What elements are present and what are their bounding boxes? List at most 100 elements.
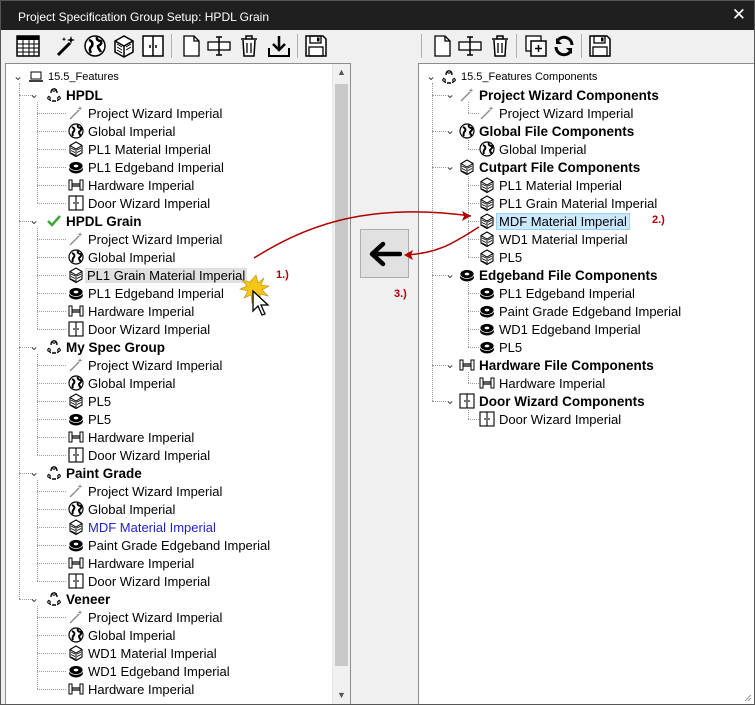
tree-item-node[interactable]: Hardware Imperial xyxy=(68,428,194,446)
tree-item-node[interactable]: Hardware Imperial xyxy=(68,680,194,698)
spec-group-tree-panel[interactable]: ⌄ 15.5_Features ⌄ HPDL Project Wizard Imperi… xyxy=(5,63,351,704)
new-document-icon[interactable] xyxy=(178,33,204,59)
assign-component-button[interactable] xyxy=(360,229,409,278)
tree-group-node[interactable]: Hardware File Components xyxy=(459,356,654,374)
grid-icon[interactable] xyxy=(15,33,41,59)
tree-item-node[interactable]: Project Wizard Imperial xyxy=(68,356,222,374)
tree-item-node[interactable]: PL1 Grain Material Imperial xyxy=(68,266,248,284)
tree-item-node[interactable]: Door Wizard Imperial xyxy=(68,572,210,590)
scroll-down-icon[interactable]: ▼ xyxy=(333,687,350,704)
tree-group-node[interactable]: My Spec Group xyxy=(46,338,165,356)
copy-icon[interactable] xyxy=(523,33,549,59)
tree-item-node[interactable]: PL1 Edgeband Imperial xyxy=(479,284,635,302)
tree-item-node[interactable]: Global Imperial xyxy=(68,626,175,644)
tree-item-node[interactable]: Global Imperial xyxy=(68,248,175,266)
tree-item-node[interactable]: Door Wizard Imperial xyxy=(68,446,210,464)
tree-item-node[interactable]: Global Imperial xyxy=(68,374,175,392)
expander-chevron-icon[interactable]: ⌄ xyxy=(29,340,39,352)
expander-chevron-icon[interactable]: ⌄ xyxy=(445,358,455,370)
expander-chevron-icon[interactable]: ⌄ xyxy=(29,88,39,100)
tree-item-node[interactable]: PL5 xyxy=(68,392,111,410)
material-icon xyxy=(479,177,495,193)
scroll-up-icon[interactable]: ▲ xyxy=(333,64,350,81)
expander-chevron-icon[interactable]: ⌄ xyxy=(29,466,39,478)
tree-group-node[interactable]: Door Wizard Components xyxy=(459,392,645,410)
rename-icon[interactable] xyxy=(206,33,232,59)
tree-item-node[interactable]: Door Wizard Imperial xyxy=(479,410,621,428)
tree-item-node[interactable]: WD1 Edgeband Imperial xyxy=(479,320,641,338)
tree-item-node[interactable]: Door Wizard Imperial xyxy=(68,194,210,212)
tree-item-node[interactable]: Hardware Imperial xyxy=(68,302,194,320)
expander-chevron-icon[interactable]: ⌄ xyxy=(445,124,455,136)
tree-group-node[interactable]: Project Wizard Components xyxy=(459,86,659,104)
check-icon xyxy=(46,213,62,229)
globe-icon[interactable] xyxy=(82,33,108,59)
expander-chevron-icon[interactable]: ⌄ xyxy=(29,214,39,226)
tree-item-node[interactable]: Hardware Imperial xyxy=(68,176,194,194)
delete-icon[interactable] xyxy=(487,33,513,59)
tree-root-node[interactable]: 15.5_Features Components xyxy=(441,68,597,86)
save-icon[interactable] xyxy=(587,33,613,59)
import-icon[interactable] xyxy=(266,33,292,59)
tree-item-node[interactable]: Global Imperial xyxy=(479,140,586,158)
tree-root-node[interactable]: 15.5_Features xyxy=(28,68,119,86)
tree-group-node[interactable]: Cutpart File Components xyxy=(459,158,640,176)
expander-chevron-icon[interactable]: ⌄ xyxy=(29,592,39,604)
tree-item-node[interactable]: Project Wizard Imperial xyxy=(68,104,222,122)
tree-item-node[interactable]: Global Imperial xyxy=(68,500,175,518)
tree-item-node[interactable]: Project Wizard Imperial xyxy=(68,230,222,248)
tree-item-node[interactable]: Global Imperial xyxy=(68,122,175,140)
tree-connector-line xyxy=(37,239,66,240)
tree-group-node[interactable]: Veneer xyxy=(46,590,110,608)
tree-item-node[interactable]: Door Wizard Imperial xyxy=(68,320,210,338)
tree-item-node[interactable]: Hardware Imperial xyxy=(479,374,605,392)
close-icon[interactable]: ✕ xyxy=(732,5,746,25)
refresh-icon[interactable] xyxy=(551,33,577,59)
tree-item-node[interactable]: PL5 xyxy=(479,338,522,356)
new-document-icon[interactable] xyxy=(429,33,455,59)
tree-group-node[interactable]: Global File Components xyxy=(459,122,634,140)
scrollbar-thumb[interactable] xyxy=(335,84,348,666)
tree-item-node[interactable]: Paint Grade Edgeband Imperial xyxy=(68,536,270,554)
tree-item-node[interactable]: WD1 Edgeband Imperial xyxy=(68,662,230,680)
tree-item-node[interactable]: PL1 Edgeband Imperial xyxy=(68,284,224,302)
tree-item-node[interactable]: WD1 Material Imperial xyxy=(479,230,628,248)
tree-node-label: Hardware Imperial xyxy=(88,429,195,445)
tree-item-node[interactable]: PL5 xyxy=(68,410,111,428)
tree-item-node[interactable]: PL1 Edgeband Imperial xyxy=(68,158,224,176)
expander-chevron-icon[interactable]: ⌄ xyxy=(445,88,455,100)
tree-group-node[interactable]: HPDL Grain xyxy=(46,212,142,230)
tree-item-node[interactable]: Paint Grade Edgeband Imperial xyxy=(479,302,681,320)
magic-wand-icon[interactable] xyxy=(53,33,79,59)
tree-group-node[interactable]: HPDL xyxy=(46,86,103,104)
save-icon[interactable] xyxy=(303,33,329,59)
tree-item-node[interactable]: Project Wizard Imperial xyxy=(68,482,222,500)
resize-grip-icon[interactable] xyxy=(742,692,752,702)
rename-icon[interactable] xyxy=(457,33,483,59)
tree-item-node[interactable]: Hardware Imperial xyxy=(68,554,194,572)
tree-item-node[interactable]: WD1 Material Imperial xyxy=(68,644,217,662)
tree-item-node[interactable]: PL5 xyxy=(479,248,522,266)
expander-chevron-icon[interactable]: ⌄ xyxy=(13,70,23,82)
material-icon[interactable] xyxy=(111,33,137,59)
tree-group-node[interactable]: Paint Grade xyxy=(46,464,142,482)
vertical-scrollbar[interactable]: ▲ ▼ xyxy=(332,64,350,704)
tree-connector-line xyxy=(37,671,66,672)
delete-icon[interactable] xyxy=(236,33,262,59)
components-tree-panel[interactable]: ⌄ 15.5_Features Components ⌄ Project Wizard… xyxy=(418,63,754,704)
expander-chevron-icon[interactable]: ⌄ xyxy=(445,268,455,280)
expander-chevron-icon[interactable]: ⌄ xyxy=(445,160,455,172)
material-icon xyxy=(68,267,84,283)
tree-item-node[interactable]: PL1 Material Imperial xyxy=(479,176,622,194)
tree-item-node[interactable]: Project Wizard Imperial xyxy=(68,608,222,626)
tree-item-node[interactable]: PL1 Grain Material Imperial xyxy=(479,194,657,212)
tree-item-node[interactable]: MDF Material Imperial xyxy=(68,518,216,536)
expander-chevron-icon[interactable]: ⌄ xyxy=(445,394,455,406)
tree-group-node[interactable]: Edgeband File Components xyxy=(459,266,658,284)
expander-chevron-icon[interactable]: ⌄ xyxy=(426,70,436,82)
tree-item-node[interactable]: PL1 Material Imperial xyxy=(68,140,211,158)
tree-item-node[interactable]: MDF Material Imperial xyxy=(479,212,630,230)
door-icon[interactable] xyxy=(140,33,166,59)
tree-item-node[interactable]: Project Wizard Imperial xyxy=(479,104,633,122)
tree-node-label: Hardware File Components xyxy=(479,357,654,373)
